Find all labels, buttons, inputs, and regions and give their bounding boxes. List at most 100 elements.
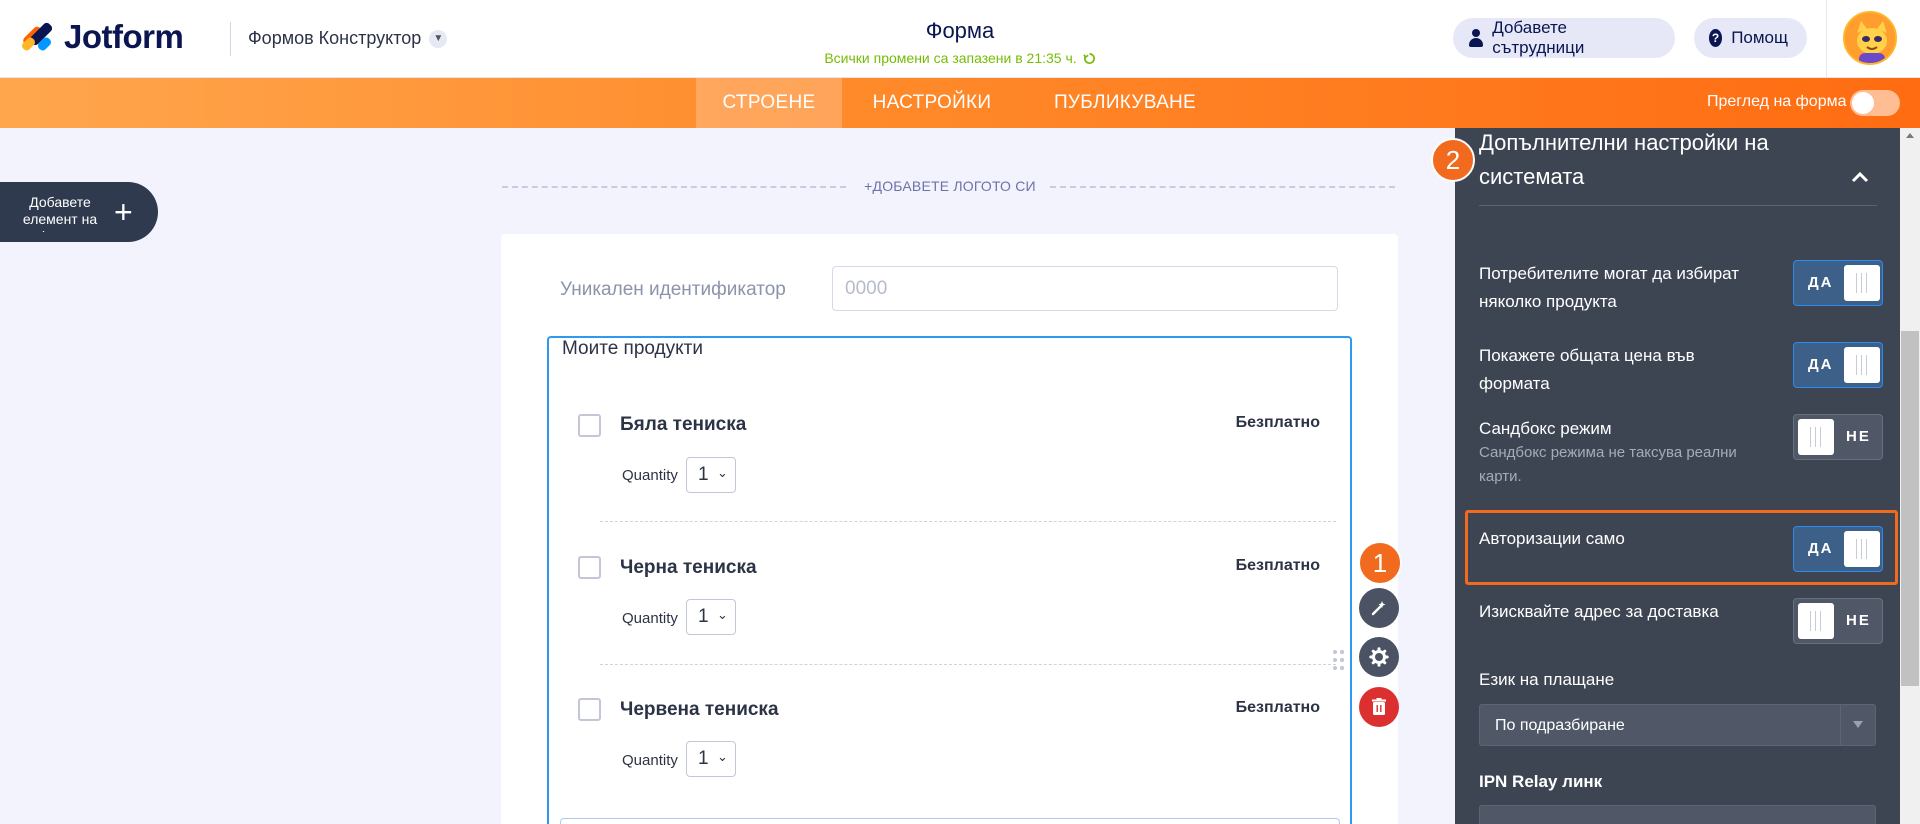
history-icon[interactable]	[1082, 52, 1096, 65]
product-price: Безплатно	[1235, 557, 1320, 574]
header-divider-right	[1826, 0, 1827, 78]
toggle-knob	[1844, 265, 1880, 301]
setting-label: Потребителите могат да избират няколко п…	[1479, 264, 1740, 311]
setting-label: Сандбокс режим	[1479, 419, 1612, 438]
top-header: Jotform Формов Конструктор ▼ Форма Всичк…	[0, 0, 1920, 78]
user-icon	[1468, 29, 1484, 47]
question-icon: ?	[1709, 29, 1723, 47]
panel-title: Допълнителни настройки на системата	[1479, 130, 1769, 189]
authorization-only-toggle[interactable]: ДА	[1793, 526, 1883, 572]
help-button[interactable]: ? Помощ	[1694, 18, 1807, 58]
ipn-relay-input[interactable]	[1479, 805, 1876, 824]
product-checkbox-red-tshirt[interactable]	[578, 698, 601, 721]
tab-settings[interactable]: НАСТРОЙКИ	[856, 78, 1008, 128]
trash-icon	[1372, 698, 1386, 715]
toggle-state: НЕ	[1846, 612, 1871, 629]
jotform-logo[interactable]: Jotform	[20, 18, 184, 56]
scroll-up-arrow-icon[interactable]	[1906, 133, 1914, 138]
plus-icon: +	[114, 194, 133, 230]
require-shipping-toggle[interactable]: НЕ	[1793, 598, 1883, 644]
setting-label: Изисквайте адрес за доставка	[1479, 602, 1719, 621]
toggle-knob	[1852, 92, 1874, 114]
product-checkbox-white-tshirt[interactable]	[578, 414, 601, 437]
add-form-element-button[interactable]: Добавете елемент на форма +	[0, 182, 158, 242]
toggle-knob	[1844, 531, 1880, 567]
field-settings-button[interactable]	[1359, 637, 1399, 677]
add-form-element-label: Добавете елемент на форма	[22, 194, 98, 232]
product-name: Черна тениска	[620, 557, 757, 578]
form-title-area: Форма Всички промени са запазени в 21:35…	[760, 18, 1160, 68]
step-marker-2: 2	[1431, 138, 1475, 182]
chevron-down-icon: ▼	[429, 29, 448, 48]
ipn-relay-label: IPN Relay линк	[1479, 772, 1603, 791]
add-collaborators-button[interactable]: Добавете сътрудници	[1453, 18, 1675, 58]
setting-hint: Сандбокс режима не таксува реални карти.	[1479, 444, 1737, 485]
form-title[interactable]: Форма	[760, 18, 1160, 44]
form-builder-menu-label: Формов Конструктор	[248, 28, 422, 48]
saved-status: Всички промени са запазени в 21:35 ч.	[824, 50, 1095, 66]
brand-name: Jotform	[64, 18, 184, 55]
toggle-state: ДА	[1808, 274, 1834, 291]
tab-build[interactable]: СТРОЕНЕ	[696, 78, 842, 128]
step-marker-1: 1	[1358, 541, 1402, 585]
unique-id-label: Уникален идентификатор	[560, 279, 786, 300]
product-name: Бяла тениска	[620, 414, 747, 435]
add-collaborators-label: Добавете сътрудници	[1492, 18, 1585, 57]
panel-divider	[1479, 205, 1877, 206]
unique-id-input[interactable]: 0000	[832, 266, 1338, 311]
products-title: Моите продукти	[562, 338, 703, 359]
setting-label: Авторизации само	[1479, 529, 1625, 548]
jotform-logo-icon	[20, 19, 56, 55]
payment-language-value: По подразбиране	[1495, 717, 1625, 734]
toggle-state: ДА	[1808, 540, 1834, 557]
avatar[interactable]	[1843, 11, 1897, 65]
product-separator	[600, 664, 1336, 665]
quantity-select[interactable]: 1 ⌄	[686, 599, 736, 635]
scrollbar-thumb[interactable]	[1901, 331, 1919, 686]
add-logo-link[interactable]: +ДОБАВЕТЕ ЛОГОТО СИ	[860, 178, 1040, 194]
chevron-down-icon: ⌄	[717, 607, 728, 622]
gear-icon	[1369, 647, 1389, 667]
field-delete-button[interactable]	[1359, 687, 1399, 727]
chevron-down-icon: ⌄	[717, 465, 728, 480]
next-form-field[interactable]	[560, 818, 1340, 824]
magic-wand-icon	[1371, 601, 1386, 616]
form-builder-menu[interactable]: Формов Конструктор ▼	[248, 28, 448, 49]
preview-form-label: Преглед на форма	[1707, 93, 1847, 110]
header-divider	[230, 22, 231, 56]
dropdown-arrow-icon	[1853, 721, 1863, 728]
quantity-value: 1	[698, 748, 709, 769]
select-divider	[1840, 705, 1841, 745]
field-wand-button[interactable]	[1359, 588, 1399, 628]
toggle-knob	[1798, 603, 1834, 639]
product-price: Безплатно	[1235, 414, 1320, 431]
quantity-label: Quantity	[622, 610, 678, 627]
show-total-toggle[interactable]: ДА	[1793, 342, 1883, 388]
quantity-select[interactable]: 1 ⌄	[686, 741, 736, 777]
payment-language-label: Език на плащане	[1479, 670, 1615, 689]
sandbox-mode-toggle[interactable]: НЕ	[1793, 414, 1883, 460]
toggle-knob	[1798, 419, 1834, 455]
quantity-value: 1	[698, 606, 709, 627]
toggle-knob	[1844, 347, 1880, 383]
quantity-label: Quantity	[622, 752, 678, 769]
avatar-image	[1845, 13, 1895, 63]
tab-publish[interactable]: ПУБЛИКУВАНЕ	[1040, 78, 1210, 128]
settings-panel-scrollbar[interactable]	[1900, 128, 1920, 824]
product-separator	[600, 521, 1336, 522]
main-tab-bar: СТРОЕНЕ НАСТРОЙКИ ПУБЛИКУВАНЕ Преглед на…	[0, 78, 1920, 128]
chevron-up-icon[interactable]	[1850, 167, 1870, 187]
preview-form-toggle[interactable]	[1850, 90, 1900, 116]
logo-dashed-line-left	[502, 186, 846, 188]
drag-handle-icon[interactable]	[1333, 650, 1345, 674]
toggle-state: ДА	[1808, 356, 1834, 373]
chevron-down-icon: ⌄	[717, 749, 728, 764]
products-field[interactable]	[547, 336, 1352, 824]
product-price: Безплатно	[1235, 699, 1320, 716]
logo-dashed-line-right	[1050, 186, 1395, 188]
product-checkbox-black-tshirt[interactable]	[578, 556, 601, 579]
payment-language-select[interactable]: По подразбиране	[1479, 704, 1876, 746]
product-name: Червена тениска	[620, 699, 779, 720]
quantity-select[interactable]: 1 ⌄	[686, 457, 736, 493]
multiple-products-toggle[interactable]: ДА	[1793, 260, 1883, 306]
